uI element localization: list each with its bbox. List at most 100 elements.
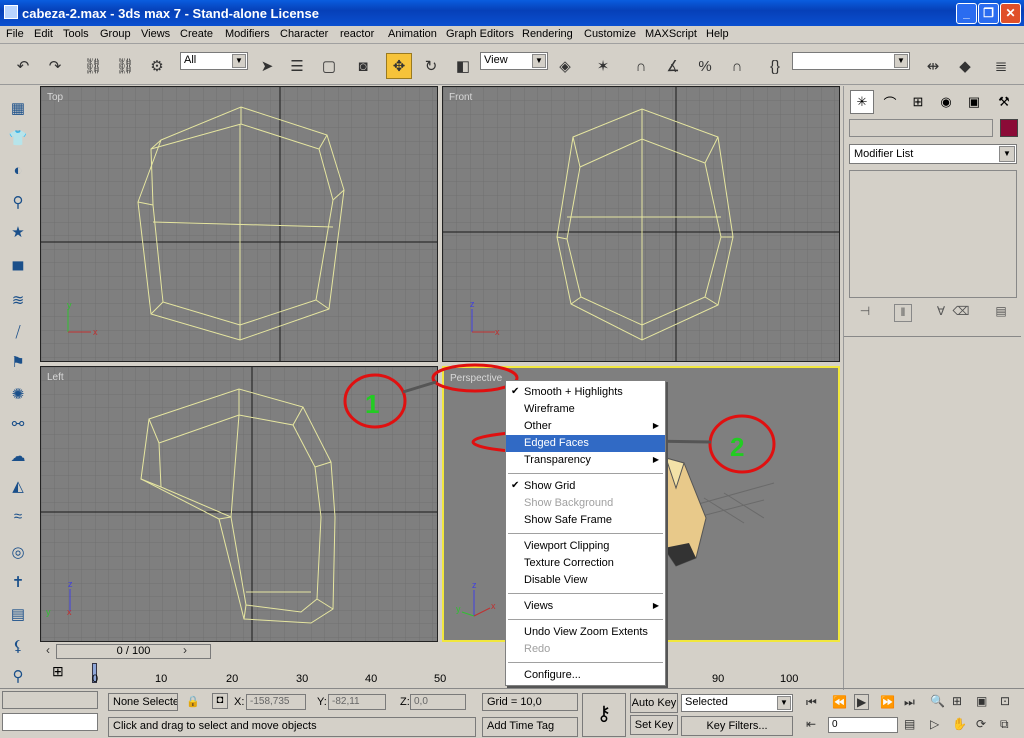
utilities-tab-icon[interactable]: ⚒ — [992, 90, 1016, 114]
maxscript-listener-bottom[interactable] — [2, 713, 98, 731]
menu-item-show-grid[interactable]: ✔ Show Grid — [506, 478, 665, 495]
unlink-icon[interactable]: ⛓ — [112, 53, 138, 79]
menu-customize[interactable]: Customize — [584, 28, 636, 40]
undo-icon[interactable]: ↶ — [10, 53, 36, 79]
link-icon[interactable]: ⛓ — [80, 53, 106, 79]
reference-coordinate-dropdown[interactable]: View ▼ — [480, 52, 548, 70]
hinge-icon[interactable]: ✝ — [6, 570, 30, 594]
object-name-field[interactable] — [849, 119, 993, 137]
spring-icon[interactable]: ≋ — [6, 288, 30, 312]
menu-maxscript[interactable]: MAXScript — [645, 28, 697, 40]
menu-views[interactable]: Views — [141, 28, 170, 40]
menu-item-other[interactable]: Other ▶ — [506, 418, 665, 435]
motion-tab-icon[interactable]: ◉ — [934, 90, 958, 114]
menu-item-transparency[interactable]: Transparency ▶ — [506, 452, 665, 469]
layer-manager-icon[interactable]: ≣ — [988, 53, 1014, 79]
menu-rendering[interactable]: Rendering — [522, 28, 573, 40]
menu-reactor[interactable]: reactor — [340, 28, 374, 40]
menu-item-undo-view-zoom-extents[interactable]: Undo View Zoom Extents — [506, 624, 665, 641]
maxscript-listener-top[interactable] — [2, 691, 98, 709]
wind-icon[interactable]: ✺ — [6, 382, 30, 406]
zoom-extents-all-icon[interactable]: ⊡ — [1000, 694, 1010, 708]
menu-item-show-safe-frame[interactable]: Show Safe Frame — [506, 512, 665, 529]
x-coordinate-field[interactable]: -158,735 — [246, 694, 306, 710]
maximize-viewport-icon[interactable]: ⧉ — [1000, 717, 1009, 732]
constraint-solver-icon[interactable]: ≈ — [6, 504, 30, 528]
track-bar-icon[interactable]: ⊞ — [40, 661, 78, 687]
angle-snap-icon[interactable]: ∡ — [660, 53, 686, 79]
y-coordinate-field[interactable]: -82,11 — [328, 694, 386, 710]
menu-item-smooth-highlights[interactable]: ✔ Smooth + Highlights — [506, 384, 665, 401]
menu-edit[interactable]: Edit — [34, 28, 53, 40]
soft-body-icon[interactable]: ◐ — [6, 158, 30, 182]
select-by-name-icon[interactable]: ☰ — [284, 53, 310, 79]
key-mode-toggle-icon[interactable]: ⇤ — [806, 717, 816, 731]
motor-icon[interactable]: ⚑ — [6, 350, 30, 374]
zoom-icon[interactable]: 🔍 — [930, 694, 945, 708]
rigid-body-collection-icon[interactable]: ▦ — [6, 96, 30, 120]
spinner-snap-icon[interactable]: ∩ — [724, 53, 750, 79]
fracture-icon[interactable]: ☁ — [6, 444, 30, 468]
create-tab-icon[interactable]: ✳ — [850, 90, 874, 114]
menu-modifiers[interactable]: Modifiers — [225, 28, 270, 40]
menu-help[interactable]: Help — [706, 28, 729, 40]
z-coordinate-field[interactable]: 0,0 — [410, 694, 466, 710]
current-frame-field[interactable]: 0 — [828, 717, 898, 733]
named-selection-icon[interactable]: {} — [762, 53, 788, 79]
close-button[interactable]: ✕ — [1000, 3, 1021, 24]
toy-car-icon[interactable]: ⚯ — [6, 412, 30, 436]
named-selection-sets-dropdown[interactable]: ▼ — [792, 52, 910, 70]
key-filters-button[interactable]: Key Filters... — [681, 716, 793, 736]
modify-tab-icon[interactable]: ⌒ — [878, 90, 902, 114]
modifier-list-dropdown[interactable]: Modifier List ▼ — [849, 144, 1017, 164]
mirror-icon[interactable]: ⇹ — [920, 53, 946, 79]
key-mode-dropdown[interactable]: Selected ▼ — [681, 694, 793, 712]
next-frame-icon[interactable]: ⏩ — [880, 695, 895, 709]
menu-item-wireframe[interactable]: Wireframe — [506, 401, 665, 418]
menu-create[interactable]: Create — [180, 28, 213, 40]
selection-filter-dropdown[interactable]: All ▼ — [180, 52, 248, 70]
minimize-button[interactable]: _ — [956, 3, 977, 24]
configure-modifier-sets-icon[interactable]: ▤ — [992, 304, 1010, 322]
set-key-mode-icon[interactable]: ⚷ — [582, 693, 626, 737]
point-point-icon[interactable]: ▤ — [6, 602, 30, 626]
select-and-manipulate-icon[interactable]: ✶ — [590, 53, 616, 79]
absolute-mode-icon[interactable]: ◘ — [212, 693, 228, 709]
cloth-collection-icon[interactable]: 👕 — [6, 126, 30, 150]
menu-graph-editors[interactable]: Graph Editors — [446, 28, 514, 40]
set-key-button[interactable]: Set Key — [630, 715, 678, 735]
arc-rotate-icon[interactable]: ⟳ — [976, 717, 986, 731]
align-icon[interactable]: ◆ — [952, 53, 978, 79]
menu-group[interactable]: Group — [100, 28, 131, 40]
time-configuration-icon[interactable]: ▤ — [904, 717, 915, 731]
viewport-front[interactable]: z x Front — [442, 86, 840, 362]
viewport-left[interactable]: z y x Left — [40, 366, 438, 642]
field-of-view-icon[interactable]: ▷ — [930, 717, 939, 731]
lock-icon[interactable]: 🔒 — [186, 695, 200, 708]
chevron-left-icon[interactable]: ‹ — [46, 643, 50, 657]
make-unique-icon[interactable]: ∀ — [932, 304, 950, 322]
dashpot-icon[interactable]: ⧸ — [6, 320, 30, 344]
viewport-top[interactable]: y x Top — [40, 86, 438, 362]
menu-item-texture-correction[interactable]: Texture Correction — [506, 555, 665, 572]
rectangular-selection-icon[interactable]: ▢ — [316, 53, 342, 79]
menu-item-edged-faces[interactable]: Edged Faces — [506, 435, 665, 452]
ragdoll-icon[interactable]: ◎ — [6, 540, 30, 564]
time-slider[interactable]: 0 / 100 — [56, 644, 211, 659]
viewport-label-top[interactable]: Top — [47, 92, 63, 103]
water-icon[interactable]: ◭ — [6, 474, 30, 498]
viewport-label-left[interactable]: Left — [47, 372, 64, 383]
maximize-button[interactable]: ❐ — [978, 3, 999, 24]
auto-key-button[interactable]: Auto Key — [630, 693, 678, 713]
select-and-rotate-icon[interactable]: ↻ — [418, 53, 444, 79]
menu-character[interactable]: Character — [280, 28, 328, 40]
menu-file[interactable]: File — [6, 28, 24, 40]
add-time-tag[interactable]: Add Time Tag — [482, 717, 578, 737]
pin-stack-icon[interactable]: ⊣ — [856, 304, 874, 322]
remove-modifier-icon[interactable]: ⌫ — [952, 304, 970, 322]
object-color-swatch[interactable] — [1000, 119, 1018, 137]
plane-icon[interactable]: ▀ — [6, 258, 30, 282]
menu-tools[interactable]: Tools — [63, 28, 89, 40]
menu-item-views[interactable]: Views ▶ — [506, 598, 665, 615]
select-object-icon[interactable]: ➤ — [254, 53, 280, 79]
